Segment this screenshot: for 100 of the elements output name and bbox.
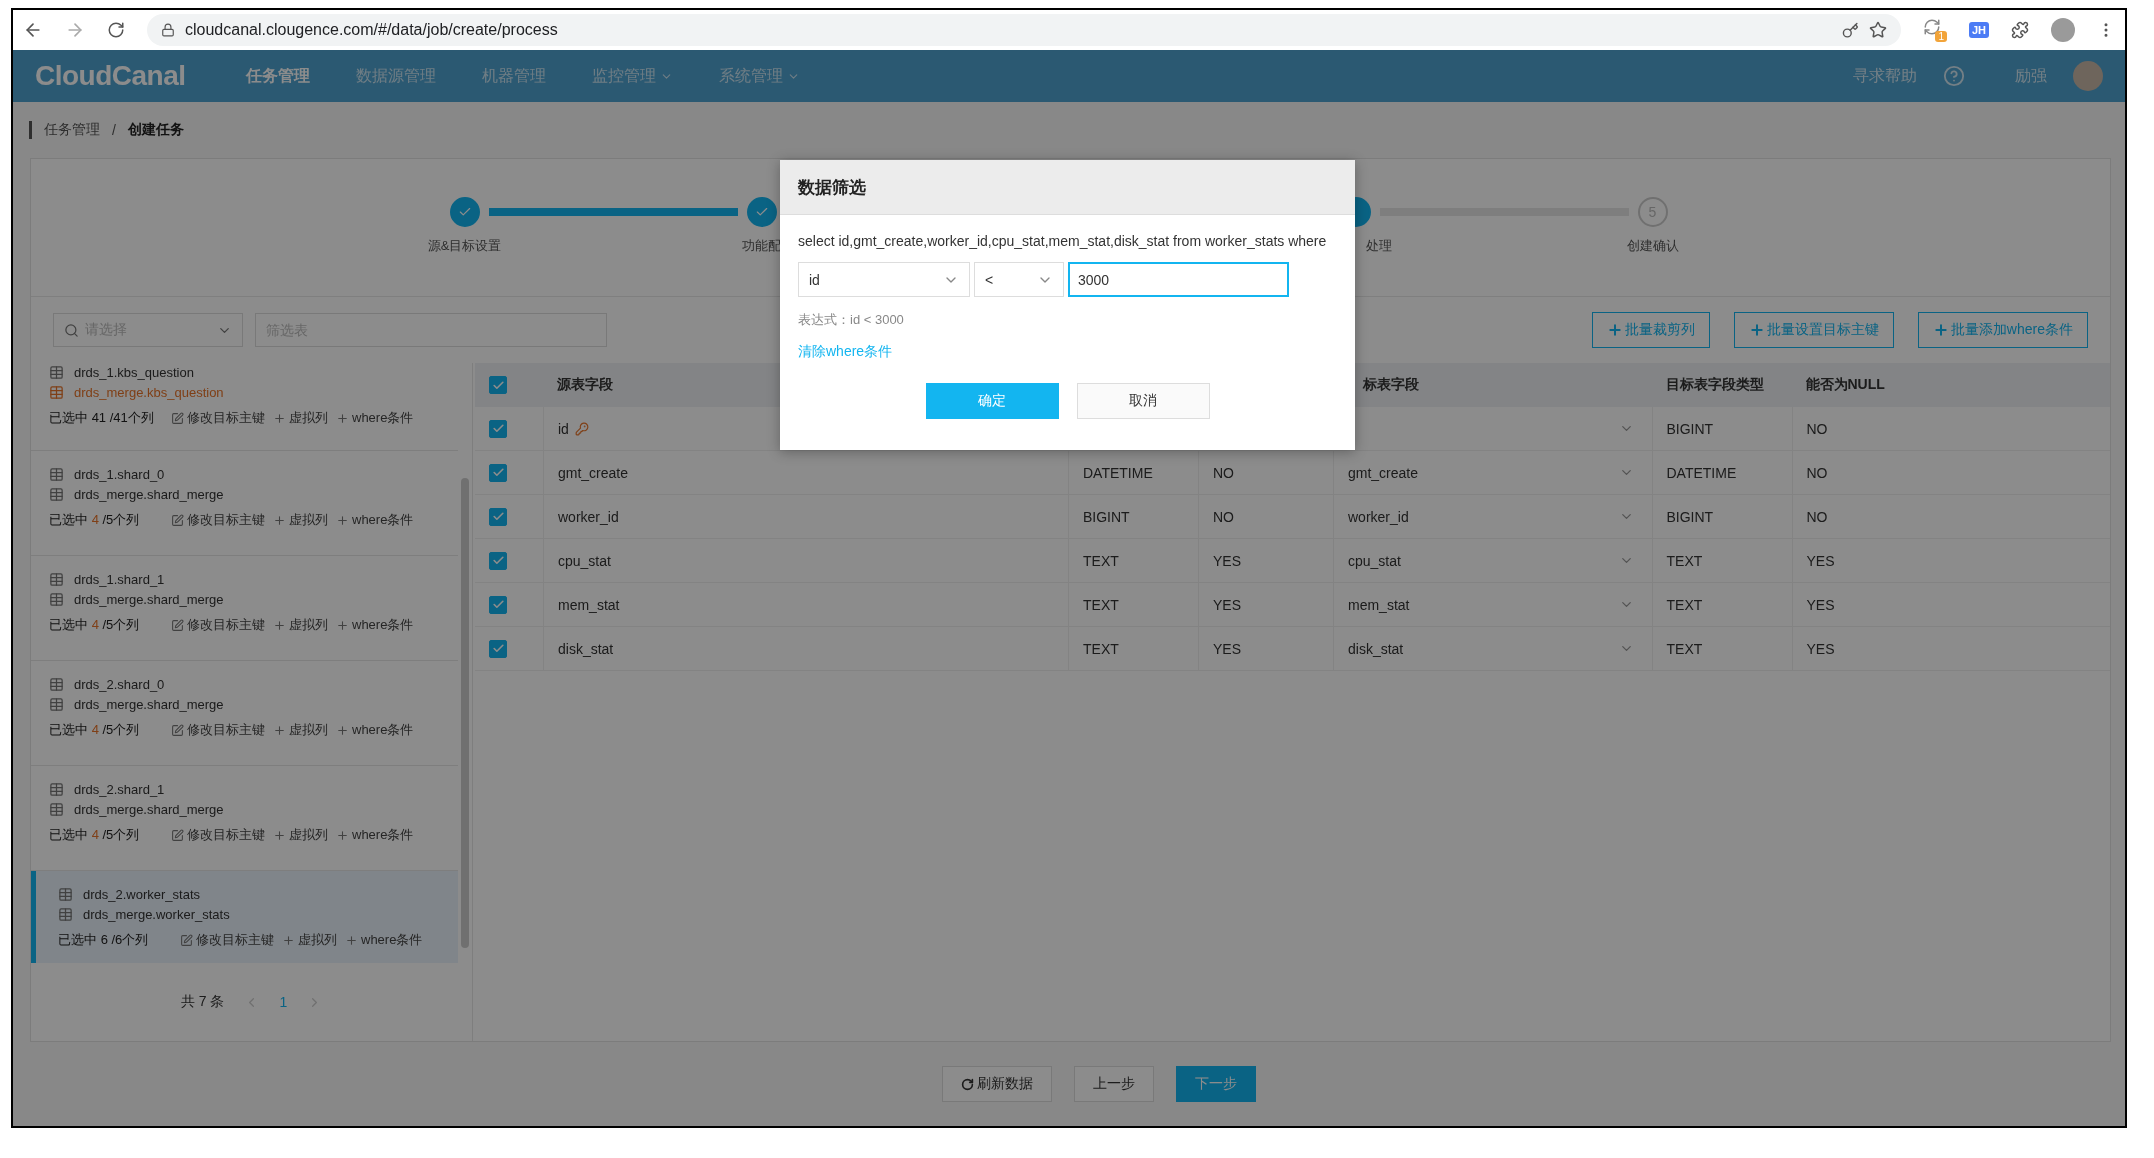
row-checkbox[interactable] [489, 507, 507, 526]
row-checkbox[interactable] [489, 639, 507, 658]
target-table-name: drds_merge.shard_merge [74, 802, 224, 817]
plus-icon [273, 513, 286, 527]
table-cell: id [558, 420, 569, 437]
profile-avatar[interactable] [2051, 18, 2075, 42]
help-icon[interactable] [1943, 65, 1965, 87]
source-table-name: drds_1.shard_1 [74, 572, 165, 587]
previous-step-button[interactable]: 上一步 [1074, 1066, 1154, 1102]
table-action-link[interactable]: 虚拟列 [273, 721, 328, 739]
table-cell: TEXT [1666, 640, 1703, 657]
target-table-name: drds_merge.shard_merge [74, 697, 224, 712]
logo: CloudCanal [35, 60, 186, 92]
table-action-link[interactable]: 虚拟列 [273, 616, 328, 634]
table-action-link[interactable]: 修改目标主键 [171, 721, 265, 739]
edit-icon [180, 933, 193, 947]
clear-where-link[interactable]: 清除where条件 [798, 343, 893, 361]
table-icon [49, 365, 64, 380]
target-table-name: drds_merge.shard_merge [74, 592, 224, 607]
table-action-link[interactable]: 修改目标主键 [171, 409, 265, 427]
step-done-icon [449, 197, 480, 227]
plus-icon [1932, 322, 1949, 338]
plus-icon [273, 828, 286, 842]
row-checkbox[interactable] [489, 463, 507, 482]
table-action-link[interactable]: 修改目标主键 [171, 511, 265, 529]
table-action-link[interactable]: 虚拟列 [273, 511, 328, 529]
select-all-checkbox[interactable] [489, 376, 507, 394]
check-icon [491, 554, 505, 567]
check-icon [491, 466, 505, 479]
cancel-button[interactable]: 取消 [1076, 383, 1210, 419]
table-action-link[interactable]: where条件 [336, 721, 414, 739]
table-cell: BIGINT [1666, 508, 1714, 525]
star-icon[interactable] [1868, 21, 1887, 39]
table-action-link[interactable]: where条件 [336, 826, 414, 844]
source-table-name: drds_2.shard_1 [74, 782, 165, 797]
column-count: 已选中 6 /6个列 [58, 931, 150, 949]
table-cell: cpu_stat [1348, 552, 1401, 569]
table-action-link[interactable]: 修改目标主键 [180, 931, 274, 949]
plus-icon [336, 828, 349, 842]
refresh-icon [961, 1077, 974, 1091]
breadcrumb-item: 创建任务 [127, 121, 184, 139]
reload-icon[interactable] [107, 21, 125, 39]
source-table-name: drds_2.worker_stats [83, 887, 201, 902]
table-action-link[interactable]: 修改目标主键 [171, 826, 265, 844]
table-cell: mem_stat [558, 596, 620, 613]
table-action-link[interactable]: where条件 [336, 409, 414, 427]
table-cell: YES [1806, 552, 1835, 569]
plus-icon [336, 411, 349, 425]
table-cell: NO [1213, 508, 1234, 525]
value-field[interactable]: 3000 [1068, 262, 1289, 297]
extension-icon[interactable]: JH [1968, 22, 1989, 38]
address-bar[interactable]: cloudcanal.clougence.com/#/data/job/create/process [147, 14, 1901, 46]
source-table-name: drds_1.kbs_question [74, 365, 194, 380]
table-cell: DATETIME [1083, 464, 1153, 481]
breadcrumb-item[interactable]: 任务管理 [44, 121, 100, 139]
total-count: 共 7 条 [180, 993, 225, 1011]
extensions-icon[interactable] [2011, 21, 2029, 39]
plus-icon [1606, 322, 1623, 338]
edit-icon [171, 723, 184, 737]
operator-select[interactable]: < [974, 262, 1064, 297]
row-checkbox[interactable] [489, 419, 507, 438]
table-action-link[interactable]: where条件 [336, 511, 414, 529]
table-action-link[interactable]: 修改目标主键 [171, 616, 265, 634]
plus-icon [336, 618, 349, 632]
refresh-button[interactable]: 刷新数据 [942, 1066, 1052, 1102]
column-count: 已选中 4 /5个列 [49, 616, 141, 634]
table-cell: YES [1806, 640, 1835, 657]
table-action-link[interactable]: 虚拟列 [273, 826, 328, 844]
user-avatar[interactable] [2073, 61, 2103, 91]
plus-icon [336, 723, 349, 737]
table-cell: BIGINT [1083, 508, 1130, 525]
breadcrumb-separator: / [112, 122, 116, 138]
table-cell: worker_id [1348, 508, 1409, 525]
lock-icon [161, 23, 175, 37]
plus-icon [273, 618, 286, 632]
search-icon [64, 322, 79, 338]
table-icon [49, 677, 64, 692]
table-item[interactable]: drds_1.kbs_question drds_merge.kbs_question 已选中 41 /41个列 修改目标主键 虚拟列 where条件 [31, 363, 458, 451]
column-count: 已选中 41 /41个列 [49, 409, 155, 427]
scrollbar-thumb[interactable] [461, 478, 469, 948]
table-icon [49, 572, 64, 587]
check-icon [491, 642, 505, 655]
table-cell: disk_stat [558, 640, 614, 657]
row-checkbox[interactable] [489, 595, 507, 614]
row-checkbox[interactable] [489, 551, 507, 570]
edit-icon [171, 828, 184, 842]
table-cell: YES [1213, 640, 1241, 657]
table-action-link[interactable]: 虚拟列 [282, 931, 337, 949]
extension-badge: 1 [1935, 31, 1947, 42]
table-action-link[interactable]: where条件 [345, 931, 423, 949]
table-cell: TEXT [1083, 552, 1119, 569]
table-cell: mem_stat [1348, 596, 1410, 613]
table-cell: NO [1806, 420, 1828, 437]
table-action-link[interactable]: 虚拟列 [273, 409, 328, 427]
table-action-link[interactable]: where条件 [336, 616, 414, 634]
check-icon [491, 422, 505, 435]
table-item[interactable]: drds_2.worker_stats drds_merge.worker_stats 已选中 6 /6个列 修改目标主键 虚拟列 where条件 [31, 871, 458, 963]
key-icon[interactable] [1841, 21, 1859, 39]
field-select[interactable]: id [798, 262, 970, 297]
check-icon [491, 598, 505, 611]
